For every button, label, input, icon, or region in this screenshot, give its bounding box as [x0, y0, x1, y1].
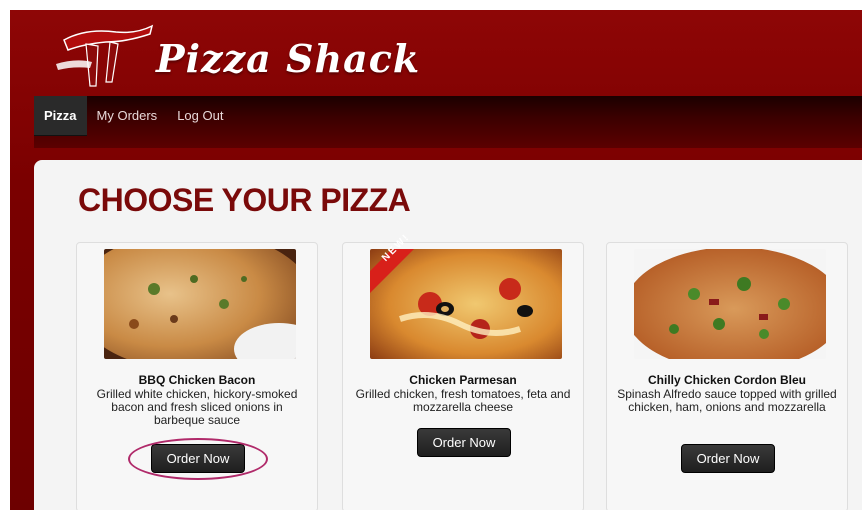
- brand-name: Pizza Shack: [156, 36, 421, 81]
- pizza-shack-logo-icon: [56, 24, 154, 87]
- pizza-description: Grilled chicken, fresh tomatoes, feta an…: [355, 387, 571, 414]
- nav-item-my-orders[interactable]: My Orders: [87, 96, 168, 136]
- main-content: CHOOSE YOUR PIZZA BBQ Chicken Bacon Gril…: [34, 160, 862, 510]
- order-now-button[interactable]: Order Now: [417, 428, 511, 457]
- pizza-card-bbq-chicken-bacon: BBQ Chicken Bacon Grilled white chicken,…: [76, 242, 318, 510]
- pizza-name: Chilly Chicken Cordon Bleu: [647, 373, 806, 387]
- page-title: CHOOSE YOUR PIZZA: [78, 182, 411, 218]
- pizza-image: [634, 249, 826, 359]
- nav-item-pizza[interactable]: Pizza: [34, 96, 87, 136]
- app-shell: Pizza Shack Pizza My Orders Log Out CHOO…: [10, 10, 862, 510]
- pizza-image: [104, 249, 296, 359]
- pizza-card-chilly-chicken-cordon-bleu: Chilly Chicken Cordon Bleu Spinash Alfre…: [606, 242, 848, 510]
- order-now-button[interactable]: Order Now: [151, 444, 245, 473]
- nav-item-log-out[interactable]: Log Out: [167, 96, 233, 136]
- pizza-card-chicken-parmesan: NEW! Chicken Parmesan Grilled chicken, f…: [342, 232, 584, 510]
- pizza-name: BBQ Chicken Bacon: [138, 373, 256, 387]
- brand[interactable]: Pizza Shack: [56, 20, 419, 98]
- pizza-description: Spinash Alfredo sauce topped with grille…: [617, 387, 837, 414]
- top-navbar: Pizza My Orders Log Out: [34, 96, 862, 148]
- pizza-description: Grilled white chicken, hickory-smoked ba…: [96, 387, 298, 427]
- order-now-button[interactable]: Order Now: [681, 444, 775, 473]
- pizza-name: Chicken Parmesan: [409, 373, 517, 387]
- pizza-image: [370, 249, 562, 359]
